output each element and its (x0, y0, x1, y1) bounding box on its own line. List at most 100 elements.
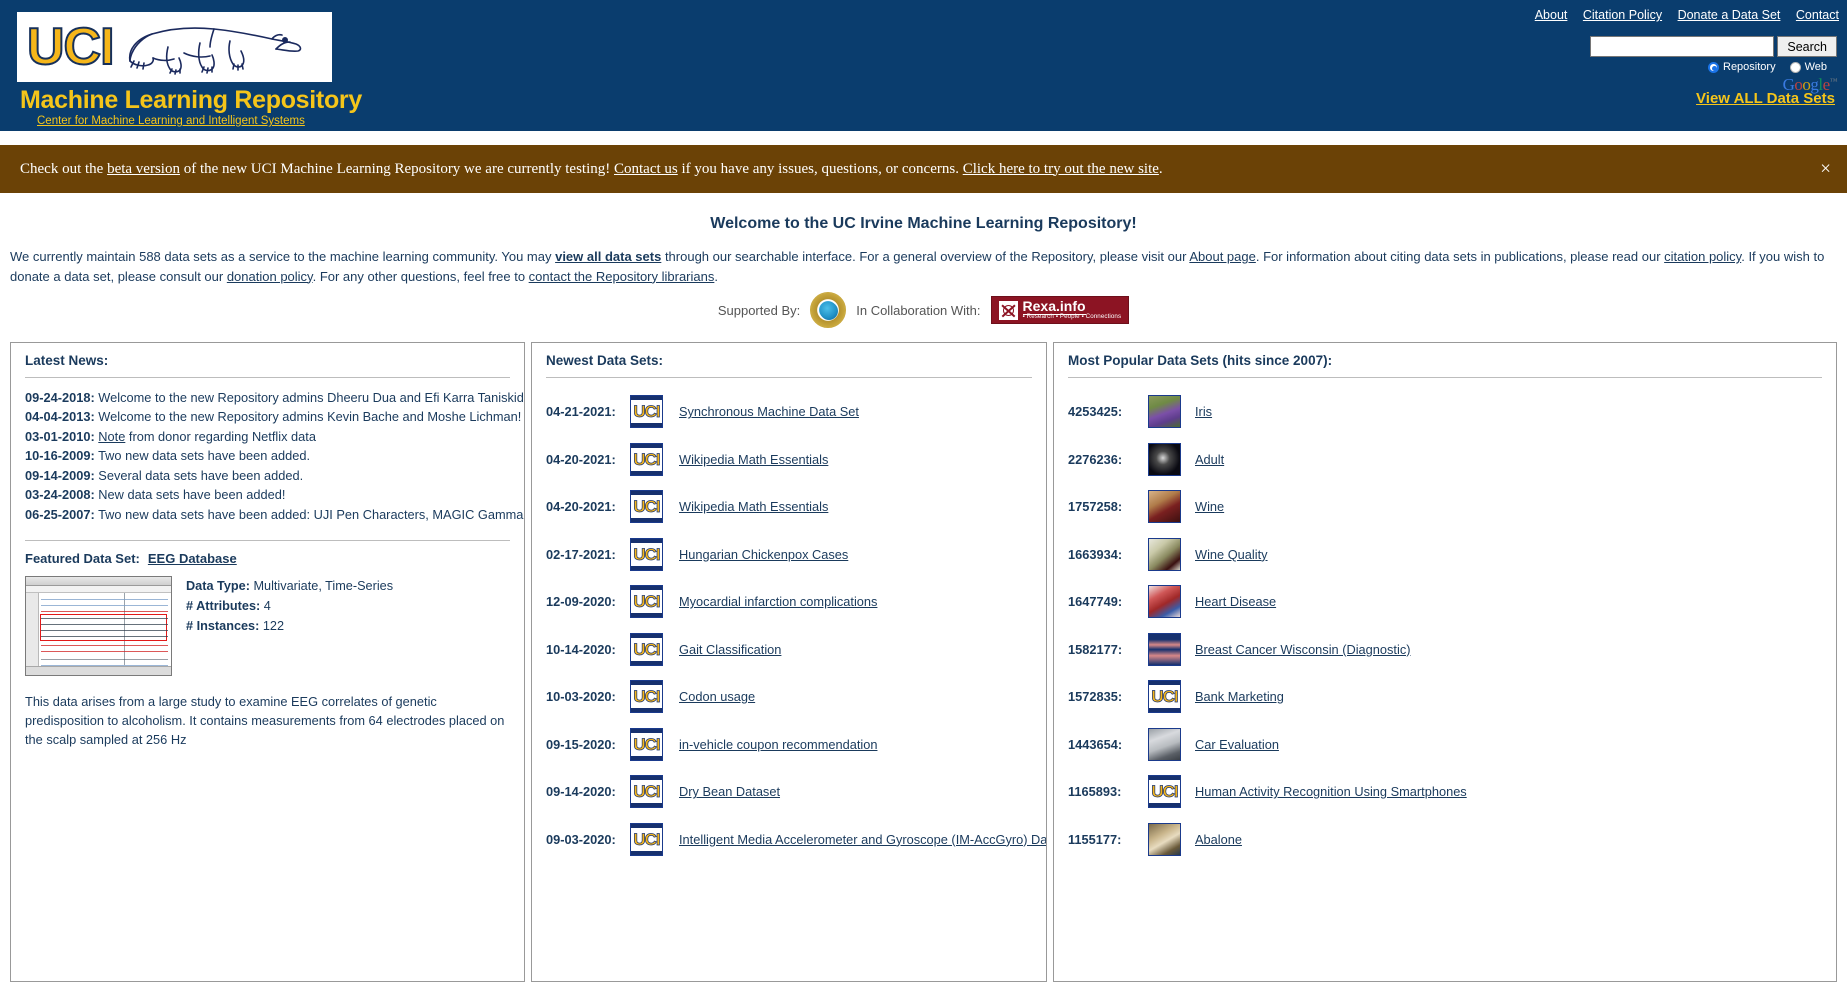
nsf-logo-icon[interactable] (810, 292, 847, 328)
most-popular-heading: Most Popular Data Sets (hits since 2007)… (1068, 353, 1333, 368)
dataset-link[interactable]: Wikipedia Math Essentials (679, 452, 828, 467)
news-note-link[interactable]: Note (98, 429, 125, 444)
featured-eeg-database-link[interactable]: EEG Database (148, 551, 237, 566)
radio-repository[interactable] (1708, 61, 1719, 73)
dataset-link[interactable]: Dry Bean Dataset (679, 784, 780, 799)
search-button[interactable]: Search (1777, 36, 1837, 57)
dataset-thumbnail-icon[interactable]: UCI (630, 632, 663, 666)
dataset-link[interactable]: Abalone (1195, 832, 1242, 847)
dataset-link[interactable]: Wine (1195, 499, 1224, 514)
dataset-link[interactable]: Intelligent Media Accelerometer and Gyro… (679, 832, 1046, 847)
intro-text-3: through our searchable interface. For a … (661, 249, 1190, 264)
donation-policy-link[interactable]: donation policy (227, 269, 313, 284)
dataset-thumbnail-car[interactable] (1148, 727, 1181, 761)
contact-librarians-link[interactable]: contact the Repository librarians (529, 269, 715, 284)
most-popular-data-sets-panel: Most Popular Data Sets (hits since 2007)… (1053, 342, 1837, 982)
list-item: 2276236: Adult (1068, 436, 1822, 484)
banner-new-site-link[interactable]: Click here to try out the new site (963, 161, 1159, 177)
nav-citation-policy[interactable]: Citation Policy (1583, 8, 1662, 22)
search-area: Search Repository Web Google™ (1590, 36, 1838, 95)
site-header: UCI Machine Learning Repository Center f… (0, 0, 1847, 131)
radio-repository-label: Repository (1723, 61, 1776, 73)
dataset-link[interactable]: Codon usage (679, 689, 755, 704)
dataset-date: 04-20-2021: (546, 451, 616, 467)
dataset-thumbnail-icon[interactable]: UCI (630, 822, 663, 856)
dataset-thumbnail-icon[interactable]: UCI (1148, 775, 1181, 809)
dataset-thumbnail-icon[interactable]: UCI (630, 680, 663, 714)
dataset-link[interactable]: Synchronous Machine Data Set (679, 404, 859, 419)
eeg-thumbnail[interactable] (25, 576, 172, 677)
news-date: 06-25-2007: (25, 506, 95, 522)
dataset-link[interactable]: Hungarian Chickenpox Cases (679, 547, 848, 562)
dataset-link[interactable]: Gait Classification (679, 642, 781, 657)
list-item: 12-09-2020: UCI Myocardial infarction co… (546, 578, 1032, 626)
center-link[interactable]: Center for Machine Learning and Intellig… (37, 115, 305, 127)
dataset-thumbnail-icon[interactable]: UCI (630, 395, 663, 429)
dataset-thumbnail-icon[interactable]: UCI (630, 775, 663, 809)
dataset-link[interactable]: Myocardial infarction complications (679, 594, 877, 609)
dataset-link[interactable]: Wikipedia Math Essentials (679, 499, 828, 514)
data-type-label: Data Type: (186, 579, 250, 594)
dataset-thumbnail-icon[interactable]: UCI (630, 727, 663, 761)
news-text: Several data sets have been added. (98, 467, 304, 483)
view-all-data-sets-link[interactable]: View ALL Data Sets (1696, 90, 1835, 107)
dataset-thumbnail-abalone[interactable] (1148, 822, 1181, 856)
citation-policy-link[interactable]: citation policy (1664, 249, 1741, 264)
dataset-link[interactable]: Car Evaluation (1195, 737, 1279, 752)
dataset-thumbnail-icon[interactable]: UCI (630, 490, 663, 524)
nav-donate-data-set[interactable]: Donate a Data Set (1678, 8, 1781, 22)
data-type-value: Multivariate, Time-Series (253, 579, 394, 594)
close-icon[interactable]: × (1820, 160, 1831, 179)
dataset-link[interactable]: Human Activity Recognition Using Smartph… (1195, 784, 1467, 799)
dataset-hits: 1572835: (1068, 689, 1123, 705)
dataset-thumbnail-icon[interactable]: UCI (630, 585, 663, 619)
divider (25, 540, 510, 542)
list-item: 1647749: Heart Disease (1068, 578, 1822, 626)
intro-paragraph: We currently maintain 588 data sets as a… (10, 247, 1837, 286)
list-item: 09-15-2020: UCI in-vehicle coupon recomm… (546, 721, 1032, 769)
news-date: 09-14-2009: (25, 467, 95, 483)
dataset-thumbnail-breast-cancer[interactable] (1148, 632, 1181, 666)
dataset-thumbnail-wine[interactable] (1148, 490, 1181, 524)
rexa-tagline: ▪ Research ▪ People ▪ Connections (1022, 313, 1122, 321)
nav-contact[interactable]: Contact (1796, 8, 1839, 22)
dataset-thumbnail-icon[interactable]: UCI (1148, 680, 1181, 714)
radio-web-label: Web (1804, 61, 1827, 73)
radio-web[interactable] (1789, 61, 1801, 73)
news-item: 09-14-2009: Several data sets have been … (25, 466, 510, 485)
supported-by-label: Supported By: (717, 302, 801, 318)
uci-logo-text: UCI (26, 18, 116, 76)
dataset-link[interactable]: Breast Cancer Wisconsin (Diagnostic) (1195, 642, 1411, 657)
dataset-thumbnail-wine-quality[interactable] (1148, 537, 1181, 571)
nav-about[interactable]: About (1535, 8, 1568, 22)
view-all-data-sets-inline-link[interactable]: view all data sets (555, 249, 661, 264)
dataset-hits: 1443654: (1068, 736, 1123, 752)
list-item: 1443654: Car Evaluation (1068, 721, 1822, 769)
banner-beta-version-link[interactable]: beta version (107, 161, 180, 177)
dataset-link[interactable]: Heart Disease (1195, 594, 1276, 609)
list-item: 4253425: Iris (1068, 388, 1822, 436)
instances-label: # Instances: (186, 619, 260, 634)
list-item: 09-03-2020: UCI Intelligent Media Accele… (546, 816, 1046, 864)
dataset-thumbnail-iris[interactable] (1148, 395, 1181, 429)
banner-contact-us-link[interactable]: Contact us (614, 161, 678, 177)
rexa-logo[interactable]: Rexa.info ▪ Research ▪ People ▪ Connecti… (990, 296, 1130, 324)
dataset-date: 09-15-2020: (546, 736, 616, 752)
about-page-link[interactable]: About page (1189, 249, 1256, 264)
divider (1068, 377, 1822, 378)
dataset-date: 12-09-2020: (546, 594, 616, 610)
dataset-link[interactable]: Iris (1195, 404, 1212, 419)
dataset-thumbnail-heart[interactable] (1148, 585, 1181, 619)
dataset-date: 09-03-2020: (546, 831, 616, 847)
dataset-link[interactable]: in-vehicle coupon recommendation (679, 737, 877, 752)
dataset-date: 04-21-2021: (546, 404, 616, 420)
dataset-link[interactable]: Adult (1195, 452, 1224, 467)
dataset-link[interactable]: Bank Marketing (1195, 689, 1284, 704)
dataset-link[interactable]: Wine Quality (1195, 547, 1268, 562)
search-input[interactable] (1590, 36, 1775, 57)
beta-banner: Check out the beta version of the new UC… (0, 145, 1847, 193)
dataset-thumbnail-adult[interactable] (1148, 442, 1181, 476)
dataset-thumbnail-icon[interactable]: UCI (630, 442, 663, 476)
dataset-thumbnail-icon[interactable]: UCI (630, 537, 663, 571)
news-text: Two new data sets have been added: UJI P… (98, 506, 524, 522)
